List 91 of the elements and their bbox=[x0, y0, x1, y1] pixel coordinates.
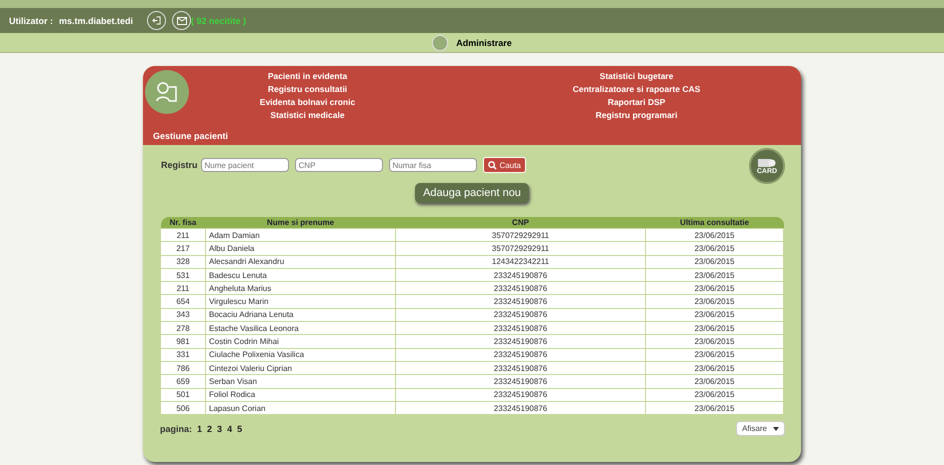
table-cell: 23/06/2015 bbox=[646, 282, 784, 295]
table-cell: 233245190876 bbox=[396, 282, 646, 295]
table-cell: 23/06/2015 bbox=[646, 255, 784, 268]
search-icon bbox=[488, 160, 497, 170]
table-cell: 211 bbox=[160, 282, 206, 295]
table-cell: 233245190876 bbox=[396, 401, 646, 415]
menu-link[interactable]: Centralizatoare si rapoarte CAS bbox=[572, 84, 700, 94]
table-cell: Serban Visan bbox=[206, 374, 396, 388]
table-cell: Virgulescu Marin bbox=[206, 294, 396, 308]
column-header: Nume si prenume bbox=[206, 217, 396, 228]
menu-link[interactable]: Raportari DSP bbox=[608, 97, 666, 107]
table-cell: Lapasun Corian bbox=[206, 401, 396, 415]
table-cell: 233245190876 bbox=[396, 308, 646, 322]
table-cell: 531 bbox=[160, 268, 206, 282]
table-cell: 981 bbox=[160, 334, 206, 348]
table-cell: 328 bbox=[160, 255, 206, 268]
menu-link[interactable]: Registru programari bbox=[596, 110, 678, 120]
card-reader-icon bbox=[758, 158, 776, 168]
table-cell: 659 bbox=[160, 374, 206, 388]
table-cell: 3570729292911 bbox=[396, 242, 646, 256]
admin-link[interactable]: Administrare bbox=[456, 38, 512, 48]
table-cell: 654 bbox=[160, 294, 206, 308]
table-cell: Cintezoi Valeriu Ciprian bbox=[206, 361, 396, 375]
page-label: pagina: bbox=[160, 424, 192, 434]
username: ms.tm.diabet.tedi bbox=[59, 16, 134, 26]
page-link[interactable]: 1 bbox=[197, 424, 202, 434]
table-cell: Adam Damian bbox=[206, 228, 396, 242]
menu-link[interactable]: Registru consultatii bbox=[268, 84, 348, 94]
table-cell: 23/06/2015 bbox=[646, 322, 784, 335]
mail-icon[interactable] bbox=[172, 11, 192, 30]
table-cell: 233245190876 bbox=[396, 294, 646, 308]
search-button[interactable]: Cauta bbox=[482, 157, 526, 173]
table-cell: 331 bbox=[160, 348, 206, 362]
table-cell: 501 bbox=[160, 388, 206, 402]
table-cell: 23/06/2015 bbox=[646, 228, 784, 242]
section-title: Gestiune pacienti bbox=[153, 131, 228, 141]
page-link[interactable]: 2 bbox=[207, 424, 212, 434]
column-header: Nr. fisa bbox=[160, 217, 206, 228]
table-cell: 233245190876 bbox=[396, 361, 646, 375]
table-cell: 23/06/2015 bbox=[646, 374, 784, 388]
table-cell: 233245190876 bbox=[396, 388, 646, 402]
table-cell: 343 bbox=[160, 308, 206, 322]
table-cell: Estache Vasilica Leonora bbox=[206, 322, 396, 335]
table-cell: 23/06/2015 bbox=[646, 268, 784, 282]
table-cell: Angheluta Marius bbox=[206, 282, 396, 295]
table-cell: 1243422342211 bbox=[396, 255, 646, 268]
menu-link[interactable]: Statistici bugetare bbox=[600, 71, 674, 81]
table-cell: 786 bbox=[160, 361, 206, 375]
add-patient-button[interactable]: Adauga pacient nou bbox=[415, 183, 529, 203]
column-header: Ultima consultatie bbox=[646, 217, 784, 228]
search-field[interactable]: Nume pacient bbox=[200, 158, 289, 172]
table-cell: 233245190876 bbox=[396, 348, 646, 362]
table-cell: 23/06/2015 bbox=[646, 388, 784, 402]
menu-link[interactable]: Statistici medicale bbox=[270, 110, 345, 120]
registry-label: Registru bbox=[161, 160, 198, 170]
table-cell: Costin Codrin Mihai bbox=[206, 334, 396, 348]
table-cell: Badescu Lenuta bbox=[206, 268, 396, 282]
page-link[interactable]: 4 bbox=[227, 424, 232, 434]
column-header: CNP bbox=[396, 217, 646, 228]
patient-search-icon bbox=[145, 70, 189, 114]
page-link[interactable]: 3 bbox=[217, 424, 222, 434]
table-cell: 23/06/2015 bbox=[646, 361, 784, 375]
table-cell: 211 bbox=[160, 228, 206, 242]
menu-link[interactable]: Evidenta bolnavi cronic bbox=[260, 97, 356, 107]
table-cell: Alecsandri Alexandru bbox=[206, 255, 396, 268]
table-cell: 233245190876 bbox=[396, 374, 646, 388]
search-field[interactable]: CNP bbox=[294, 158, 383, 172]
table-cell: 233245190876 bbox=[396, 334, 646, 348]
table-cell: Albu Daniela bbox=[206, 242, 396, 256]
table-cell: 3570729292911 bbox=[396, 228, 646, 242]
page-link[interactable]: 5 bbox=[237, 424, 242, 434]
menu-link[interactable]: Pacienti in evidenta bbox=[268, 71, 348, 81]
table-cell: 278 bbox=[160, 322, 206, 335]
user-label: Utilizator : bbox=[9, 16, 53, 26]
table-cell: 506 bbox=[160, 401, 206, 415]
table-cell: Bocaciu Adriana Lenuta bbox=[206, 308, 396, 322]
table-cell: 23/06/2015 bbox=[646, 294, 784, 308]
table-cell: 23/06/2015 bbox=[646, 348, 784, 362]
table-cell: 23/06/2015 bbox=[646, 401, 784, 415]
table-cell: Foliol Rodica bbox=[206, 388, 396, 402]
table-cell: 217 bbox=[160, 242, 206, 256]
display-select[interactable]: Afisare bbox=[736, 421, 785, 436]
table-cell: 233245190876 bbox=[396, 322, 646, 335]
table-cell: 23/06/2015 bbox=[646, 308, 784, 322]
caret-icon bbox=[773, 427, 779, 432]
table-cell: 23/06/2015 bbox=[646, 242, 784, 256]
table-cell: 23/06/2015 bbox=[646, 334, 784, 348]
logout-icon[interactable] bbox=[147, 11, 166, 30]
search-field[interactable]: Numar fisa bbox=[388, 158, 477, 172]
table-cell: 233245190876 bbox=[396, 268, 646, 282]
table-cell: Ciulache Polixenia Vasilica bbox=[206, 348, 396, 362]
